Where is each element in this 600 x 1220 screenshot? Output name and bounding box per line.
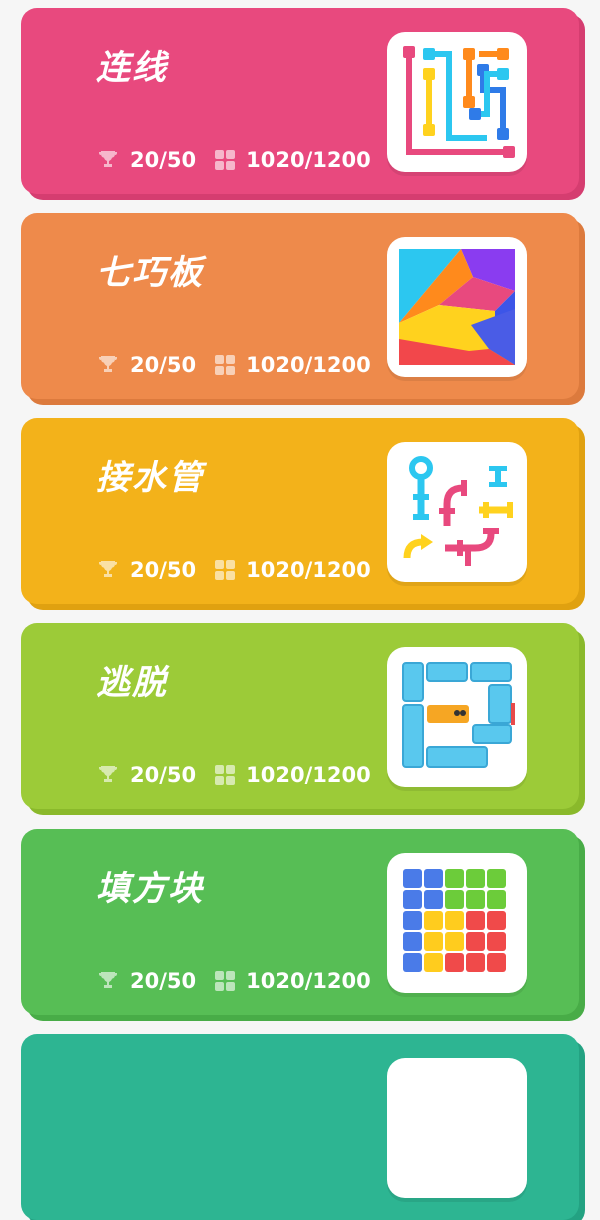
escape-blocks-icon bbox=[402, 662, 515, 768]
levels-count: 1020/1200 bbox=[246, 148, 371, 172]
game-stats: 20/50 1020/1200 bbox=[96, 353, 389, 377]
trophy-count: 20/50 bbox=[130, 763, 197, 787]
game-thumbnail bbox=[387, 1058, 527, 1198]
game-thumbnail bbox=[387, 32, 527, 172]
game-title: 七巧板 bbox=[96, 253, 204, 293]
flow-lines-icon bbox=[399, 44, 515, 160]
trophy-stat: 20/50 bbox=[96, 148, 196, 172]
game-title: 接水管 bbox=[96, 458, 204, 498]
game-card-taotuo[interactable]: 逃脱 20/50 1020/1200 bbox=[21, 623, 579, 809]
trophy-count: 20/50 bbox=[130, 148, 197, 172]
game-card-jieshuiguan[interactable]: 接水管 20/50 1020/1200 bbox=[21, 418, 579, 604]
pipes-icon bbox=[403, 456, 513, 566]
game-stats: 20/50 1020/1200 bbox=[96, 969, 389, 993]
trophy-icon bbox=[99, 766, 117, 782]
trophy-stat: 20/50 bbox=[96, 763, 196, 787]
game-card-qiqiaoban[interactable]: 七巧板 20/50 1020/1200 bbox=[21, 213, 579, 399]
grid-icon bbox=[215, 150, 236, 170]
game-stats: 20/50 1020/1200 bbox=[96, 148, 389, 172]
game-thumbnail bbox=[387, 442, 527, 582]
trophy-count: 20/50 bbox=[130, 969, 197, 993]
levels-stat: 1020/1200 bbox=[214, 969, 371, 993]
levels-stat: 1020/1200 bbox=[214, 148, 371, 172]
game-stats: 20/50 1020/1200 bbox=[96, 763, 389, 787]
trophy-count: 20/50 bbox=[130, 558, 197, 582]
trophy-icon bbox=[99, 151, 117, 167]
trophy-icon bbox=[99, 972, 117, 988]
game-thumbnail bbox=[387, 647, 527, 787]
levels-count: 1020/1200 bbox=[246, 558, 371, 582]
grid-icon bbox=[215, 971, 236, 991]
fill-blocks-icon bbox=[403, 869, 506, 972]
trophy-stat: 20/50 bbox=[96, 353, 196, 377]
game-title: 逃脱 bbox=[96, 663, 168, 703]
levels-count: 1020/1200 bbox=[246, 969, 371, 993]
game-card-lianxian[interactable]: 连线 20/50 1020/1200 bbox=[21, 8, 579, 194]
game-title: 连线 bbox=[96, 48, 168, 88]
levels-count: 1020/1200 bbox=[246, 353, 371, 377]
game-thumbnail bbox=[387, 237, 527, 377]
trophy-stat: 20/50 bbox=[96, 558, 196, 582]
levels-stat: 1020/1200 bbox=[214, 763, 371, 787]
game-thumbnail bbox=[387, 853, 527, 993]
trophy-icon bbox=[99, 356, 117, 372]
tangram-icon bbox=[399, 249, 515, 365]
grid-icon bbox=[215, 765, 236, 785]
trophy-count: 20/50 bbox=[130, 353, 197, 377]
game-card-partial[interactable] bbox=[21, 1034, 579, 1220]
levels-count: 1020/1200 bbox=[246, 763, 371, 787]
game-card-tianfangkuai[interactable]: 填方块 20/50 1020/1200 bbox=[21, 829, 579, 1015]
grid-icon bbox=[215, 355, 236, 375]
levels-stat: 1020/1200 bbox=[214, 558, 371, 582]
game-stats: 20/50 1020/1200 bbox=[96, 558, 389, 582]
grid-icon bbox=[215, 560, 236, 580]
trophy-icon bbox=[99, 561, 117, 577]
trophy-stat: 20/50 bbox=[96, 969, 196, 993]
game-title: 填方块 bbox=[96, 869, 204, 909]
levels-stat: 1020/1200 bbox=[214, 353, 371, 377]
